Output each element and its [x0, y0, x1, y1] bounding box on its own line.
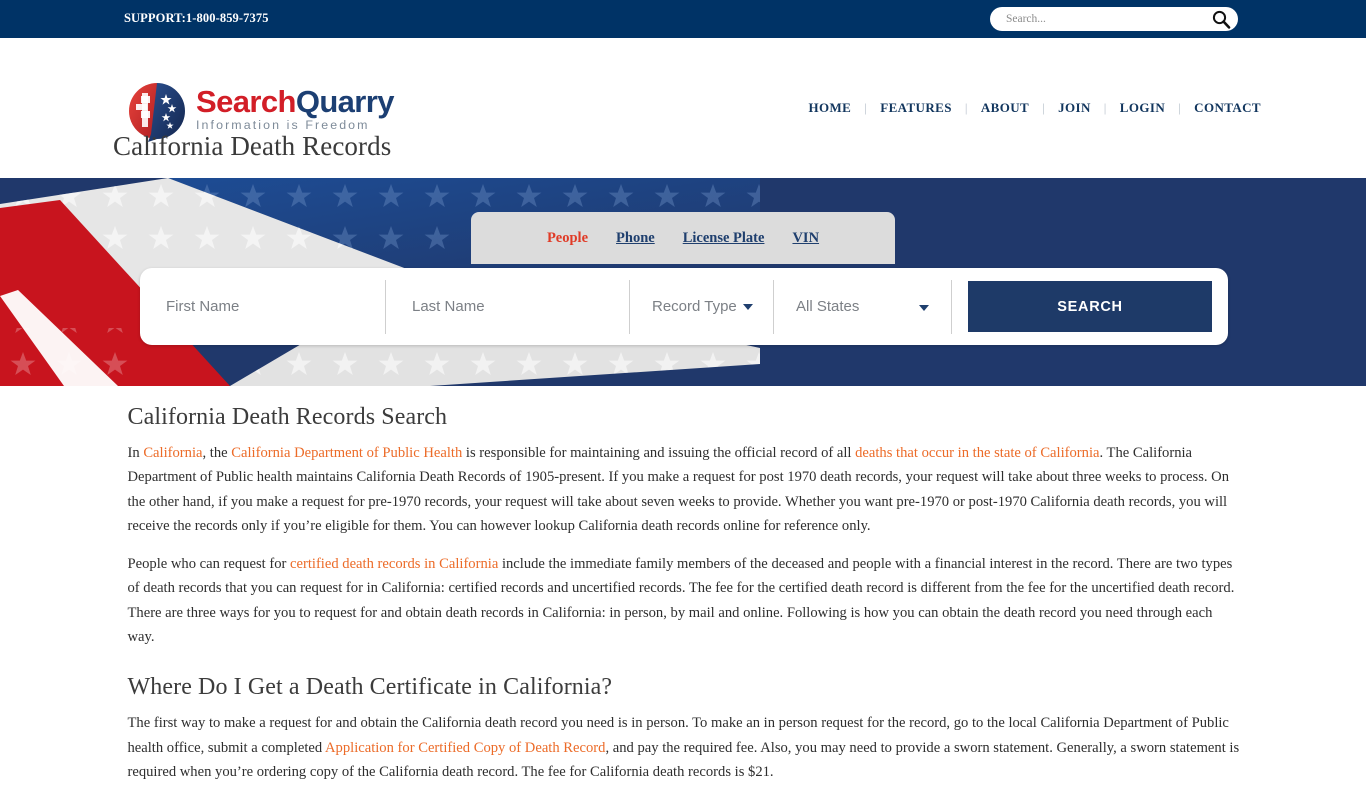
link-application-certified-copy[interactable]: Application for Certified Copy of Death … [325, 740, 605, 756]
search-type-tabs: People Phone License Plate VIN [471, 212, 895, 264]
logo-tagline: Information is Freedom [196, 118, 370, 133]
p1-text-3: is responsible for maintaining and issui… [462, 445, 856, 461]
chevron-down-icon [919, 304, 929, 311]
section-heading-where: Where Do I Get a Death Certificate in Ca… [127, 674, 613, 701]
logo-wordmark: SearchQuarry Information is Freedom [196, 86, 394, 135]
search-button-wrap: SEARCH [952, 281, 1228, 332]
paragraph-intro: In California, the California Department… [128, 441, 1241, 538]
nav-item-home[interactable]: HOME [795, 100, 864, 116]
site-search-input[interactable] [1004, 12, 1210, 26]
paragraph-in-person: The first way to make a request for and … [128, 711, 1241, 784]
site-search-box[interactable] [990, 7, 1238, 31]
search-button[interactable]: SEARCH [968, 281, 1212, 332]
support-phone: SUPPORT:1-800-859-7375 [124, 11, 269, 25]
tab-phone[interactable]: Phone [616, 230, 655, 247]
top-utility-bar: SUPPORT:1-800-859-7375 [0, 0, 1366, 38]
p1-text-2: , the [202, 445, 232, 461]
tab-license-plate[interactable]: License Plate [683, 230, 765, 247]
link-deaths-in-california[interactable]: deaths that occur in the state of Califo… [855, 445, 1099, 461]
article: California Death Records Search In Calif… [126, 386, 1241, 784]
logo-word-search: Search [196, 84, 296, 120]
link-ca-dept-public-health[interactable]: California Department of Public Health [231, 445, 462, 461]
nav-item-login[interactable]: LOGIN [1107, 100, 1178, 116]
p2-text-1: People who can request for [127, 556, 291, 573]
site-header: SearchQuarry Information is Freedom HOME… [0, 38, 1366, 142]
first-name-field[interactable] [140, 279, 386, 334]
p1-text-1: In [127, 445, 144, 461]
logo-word-quarry: Quarry [295, 84, 395, 120]
paragraph-who-can-request: People who can request for certified dea… [128, 552, 1241, 649]
page-title: California Death Records [113, 131, 392, 161]
nav-item-join[interactable]: JOIN [1045, 100, 1104, 116]
state-select[interactable]: All States [774, 279, 952, 334]
main-navigation: HOME | FEATURES | ABOUT | JOIN | LOGIN |… [795, 100, 1274, 116]
people-search-form: Record Type All States SEARCH [140, 268, 1228, 345]
hero-banner: People Phone License Plate VIN Record Ty… [0, 178, 1366, 386]
last-name-field[interactable] [386, 279, 630, 334]
nav-item-about[interactable]: ABOUT [968, 100, 1042, 116]
main-content: California Death Records Search In Calif… [0, 386, 1366, 798]
search-icon[interactable] [1210, 8, 1232, 30]
section-heading-search: California Death Records Search [127, 404, 448, 430]
nav-item-features[interactable]: FEATURES [867, 100, 965, 116]
link-certified-death-records[interactable]: certified death records in California [290, 556, 498, 572]
state-label: All States [796, 298, 860, 315]
last-name-input[interactable] [410, 297, 629, 316]
link-california[interactable]: California [143, 445, 202, 461]
first-name-input[interactable] [164, 297, 385, 316]
record-type-select[interactable]: Record Type [630, 279, 774, 334]
tab-vin[interactable]: VIN [792, 230, 819, 247]
chevron-down-icon [742, 303, 753, 310]
tab-people[interactable]: People [547, 230, 588, 247]
nav-item-contact[interactable]: CONTACT [1181, 100, 1274, 116]
record-type-label: Record Type [652, 298, 737, 315]
